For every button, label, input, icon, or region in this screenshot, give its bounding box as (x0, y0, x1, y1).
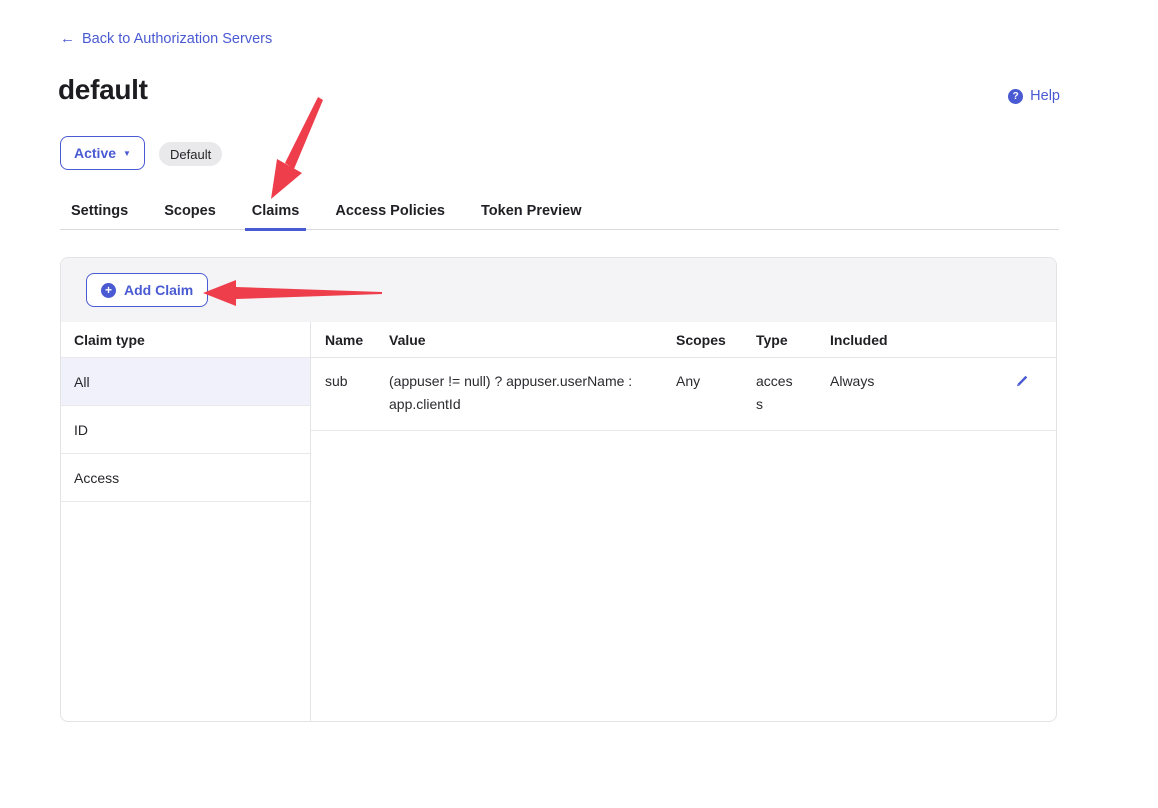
claims-toolbar: + Add Claim (61, 258, 1056, 322)
edit-pencil-icon (1014, 373, 1030, 389)
help-icon: ? (1008, 89, 1023, 104)
chevron-down-icon: ▼ (123, 148, 131, 158)
add-claim-button[interactable]: + Add Claim (86, 273, 208, 307)
claim-type-cell: access (756, 370, 830, 416)
column-header-value: Value (389, 332, 676, 348)
back-link-label: Back to Authorization Servers (82, 31, 272, 47)
claim-value-cell: (appuser != null) ? appuser.userName : a… (389, 370, 676, 416)
claims-table-header: Name Value Scopes Type Included (311, 322, 1056, 358)
column-header-type: Type (756, 332, 830, 348)
page-title: default (58, 74, 148, 106)
annotation-arrow-claims-tab (252, 95, 332, 205)
tab-bar: Settings Scopes Claims Access Policies T… (60, 203, 1059, 230)
default-badge: Default (159, 142, 222, 166)
add-claim-label: Add Claim (124, 282, 193, 298)
table-row: sub (appuser != null) ? appuser.userName… (311, 358, 1056, 431)
claim-type-item-id[interactable]: ID (61, 406, 310, 454)
tab-settings[interactable]: Settings (64, 203, 135, 231)
claim-type-item-access[interactable]: Access (61, 454, 310, 502)
active-status-dropdown[interactable]: Active ▼ (60, 136, 145, 170)
claim-scopes-cell: Any (676, 370, 756, 393)
claim-type-value: access (756, 370, 798, 416)
tab-claims[interactable]: Claims (245, 203, 307, 231)
help-label: Help (1030, 88, 1060, 104)
column-header-included: Included (830, 332, 990, 348)
claims-table: Name Value Scopes Type Included sub (app… (311, 322, 1056, 721)
claim-name-cell: sub (325, 370, 389, 393)
column-header-name: Name (325, 332, 389, 348)
claim-type-sidebar: Claim type All ID Access (61, 322, 311, 721)
tab-token-preview[interactable]: Token Preview (474, 203, 588, 231)
tab-scopes[interactable]: Scopes (157, 203, 223, 231)
column-header-scopes: Scopes (676, 332, 756, 348)
back-arrow-icon: ← (60, 30, 75, 47)
edit-claim-button[interactable] (1014, 373, 1030, 392)
back-to-authorization-servers-link[interactable]: ← Back to Authorization Servers (60, 30, 272, 47)
claim-included-cell: Always (830, 370, 990, 393)
claim-type-item-all[interactable]: All (61, 358, 310, 406)
claim-type-header: Claim type (61, 322, 310, 358)
active-status-label: Active (74, 145, 116, 161)
tab-access-policies[interactable]: Access Policies (328, 203, 452, 231)
plus-icon: + (101, 283, 116, 298)
help-link[interactable]: ? Help (1008, 88, 1060, 104)
claims-panel: + Add Claim Claim type All ID Access Nam… (60, 257, 1057, 722)
